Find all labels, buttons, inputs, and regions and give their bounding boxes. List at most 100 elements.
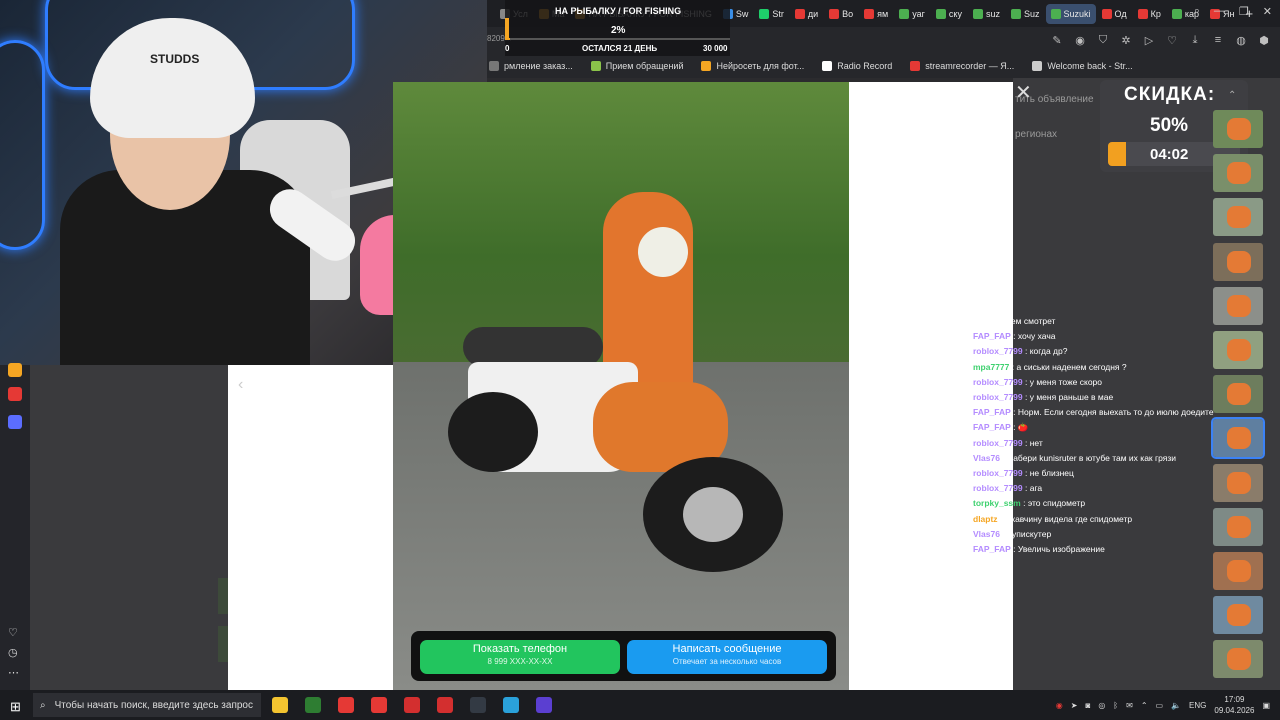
- chat-message: FAP_FAP : 🍅: [973, 420, 1223, 435]
- browser-tab[interactable]: Suz: [1006, 4, 1045, 24]
- photo-thumbnail[interactable]: [1211, 417, 1265, 460]
- language-indicator[interactable]: ENG: [1189, 701, 1206, 710]
- heart-icon[interactable]: ♡: [1166, 34, 1178, 47]
- tray-telegram-icon[interactable]: ➤: [1071, 701, 1078, 710]
- browser-tab[interactable]: Од: [1097, 4, 1132, 24]
- browser-tab[interactable]: ям: [859, 4, 893, 24]
- cube-icon[interactable]: ⬢: [1258, 34, 1270, 47]
- bookmark-item[interactable]: рмление заказ...: [489, 61, 573, 71]
- store-icon[interactable]: [305, 697, 321, 713]
- chat-message: dlaptz : ржавчину видела где спидометр: [973, 512, 1223, 527]
- scooter-thumbnail-image: [1227, 118, 1251, 140]
- yandex-icon[interactable]: [338, 697, 354, 713]
- photo-thumbnail[interactable]: [1213, 154, 1263, 193]
- chat-username[interactable]: mpa7777: [973, 362, 1009, 372]
- browser-tab[interactable]: уаг: [894, 4, 930, 24]
- previous-photo-chevron-icon[interactable]: ‹: [238, 376, 243, 394]
- browser-tab[interactable]: Во: [824, 4, 858, 24]
- vk-icon[interactable]: [536, 697, 552, 713]
- profile-icon[interactable]: ◍: [1235, 34, 1247, 47]
- play-icon[interactable]: ▷: [1143, 34, 1155, 47]
- bookmark-item[interactable]: Прием обращений: [590, 61, 683, 71]
- search-icon[interactable]: ⌕: [1194, 5, 1200, 18]
- bookmark-item[interactable]: Radio Record: [822, 61, 892, 71]
- close-window-icon[interactable]: ✕: [1263, 5, 1272, 18]
- close-icon[interactable]: ✕: [1015, 80, 1032, 105]
- tray-discord-icon[interactable]: ◙: [1085, 701, 1090, 710]
- history-icon[interactable]: ◷: [8, 646, 19, 659]
- show-phone-button[interactable]: Показать телефон 8 999 XXX-XX-XX: [420, 640, 620, 674]
- chat-username[interactable]: roblox_7799: [973, 377, 1023, 387]
- tray-monitor-icon[interactable]: ▭: [1156, 701, 1164, 710]
- tray-steam-icon[interactable]: ◎: [1098, 701, 1105, 710]
- chat-username[interactable]: roblox_7799: [973, 438, 1023, 448]
- photo-thumbnail[interactable]: [1213, 375, 1263, 414]
- minimize-icon[interactable]: —: [1214, 5, 1225, 18]
- bookmark-item[interactable]: Welcome back - Str...: [1032, 61, 1133, 71]
- chevron-up-icon[interactable]: ⌃: [1228, 90, 1236, 101]
- edit-icon[interactable]: ✎: [1051, 34, 1063, 47]
- opera-icon[interactable]: [404, 697, 420, 713]
- shield-icon[interactable]: ⛉: [1097, 34, 1109, 47]
- chat-username[interactable]: FAP_FAP: [973, 407, 1011, 417]
- photo-thumbnail[interactable]: [1213, 242, 1263, 281]
- chat-username[interactable]: dlaptz: [973, 514, 998, 524]
- browser-tab[interactable]: Suzuki: [1045, 3, 1096, 24]
- browser-tab[interactable]: Кр: [1133, 4, 1166, 24]
- tray-volume-icon[interactable]: 🔈: [1171, 701, 1181, 710]
- bookmark-item[interactable]: streamrecorder — Я...: [910, 61, 1014, 71]
- chat-message: будет будем смотрет: [973, 314, 1223, 329]
- notifications-icon[interactable]: ▣: [1262, 701, 1270, 710]
- taskbar-search[interactable]: ⌕ Чтобы начать поиск, введите здесь запр…: [33, 693, 261, 717]
- bookmark-label: streamrecorder — Я...: [925, 61, 1015, 71]
- chat-username[interactable]: roblox_7799: [973, 483, 1023, 493]
- chat-username[interactable]: FAP_FAP: [973, 544, 1011, 554]
- bookmark-item[interactable]: Нейросеть для фот...: [701, 61, 804, 71]
- chat-username[interactable]: roblox_7799: [973, 468, 1023, 478]
- tray-yandex-disk-icon[interactable]: ✉: [1126, 701, 1133, 710]
- chat-username[interactable]: FAP_FAP: [973, 422, 1011, 432]
- photo-thumbnail[interactable]: [1213, 507, 1263, 546]
- tray-yandex-icon[interactable]: ◉: [1056, 701, 1063, 710]
- more-icon[interactable]: ⋯: [8, 666, 19, 679]
- photo-thumbnail[interactable]: [1213, 286, 1263, 325]
- photo-thumbnail[interactable]: [1213, 330, 1263, 369]
- chat-username[interactable]: torpky_ssm: [973, 498, 1021, 508]
- chat-username[interactable]: Vlas76: [973, 453, 1000, 463]
- browser-tab[interactable]: ди: [790, 4, 823, 24]
- tray-chevron-icon[interactable]: ⌃: [1141, 701, 1148, 710]
- file-explorer-icon[interactable]: [272, 697, 288, 713]
- photo-thumbnail[interactable]: [1213, 596, 1263, 635]
- extension-icon[interactable]: ✲: [1120, 34, 1132, 47]
- opera-gx-icon[interactable]: [437, 697, 453, 713]
- yandex-browser-icon[interactable]: [371, 697, 387, 713]
- chat-username[interactable]: FAP_FAP: [973, 331, 1011, 341]
- photo-thumbnail[interactable]: [1213, 551, 1263, 590]
- sidebar-app-icon[interactable]: [8, 415, 22, 429]
- chat-username[interactable]: roblox_7799: [973, 346, 1023, 356]
- photo-thumbnail[interactable]: [1213, 640, 1263, 679]
- chat-username[interactable]: Vlas76: [973, 529, 1000, 539]
- browser-tab[interactable]: ску: [931, 4, 967, 24]
- clock[interactable]: 17:09 09.04.2026: [1214, 694, 1254, 716]
- telegram-icon[interactable]: [503, 697, 519, 713]
- photo-thumbnail[interactable]: [1213, 110, 1263, 148]
- tray-bluetooth-icon[interactable]: ᛒ: [1113, 701, 1118, 710]
- windows-start-icon[interactable]: ⊞: [10, 699, 21, 715]
- maximize-icon[interactable]: ❐: [1239, 5, 1249, 18]
- steam-icon[interactable]: [470, 697, 486, 713]
- download-icon[interactable]: ⤓: [1189, 34, 1201, 47]
- heart-icon[interactable]: ♡: [8, 626, 19, 639]
- menu-icon[interactable]: ≡: [1212, 34, 1224, 47]
- system-tray: ◉ ➤ ◙ ◎ ᛒ ✉ ⌃ ▭ 🔈 ENG 17:09 09.04.2026 ▣: [1056, 690, 1270, 720]
- browser-tab[interactable]: suz: [968, 4, 1005, 24]
- sidebar-app-icon[interactable]: [8, 363, 22, 377]
- sidebar-app-icon[interactable]: [8, 387, 22, 401]
- write-message-button[interactable]: Написать сообщение Отвечает за несколько…: [627, 640, 827, 674]
- browser-tab[interactable]: Str: [754, 4, 789, 24]
- tab-label: Suz: [1023, 8, 1040, 19]
- photo-thumbnail[interactable]: [1213, 463, 1263, 502]
- camera-icon[interactable]: ◉: [1074, 34, 1086, 47]
- chat-username[interactable]: roblox_7799: [973, 392, 1023, 402]
- photo-thumbnail[interactable]: [1213, 198, 1263, 237]
